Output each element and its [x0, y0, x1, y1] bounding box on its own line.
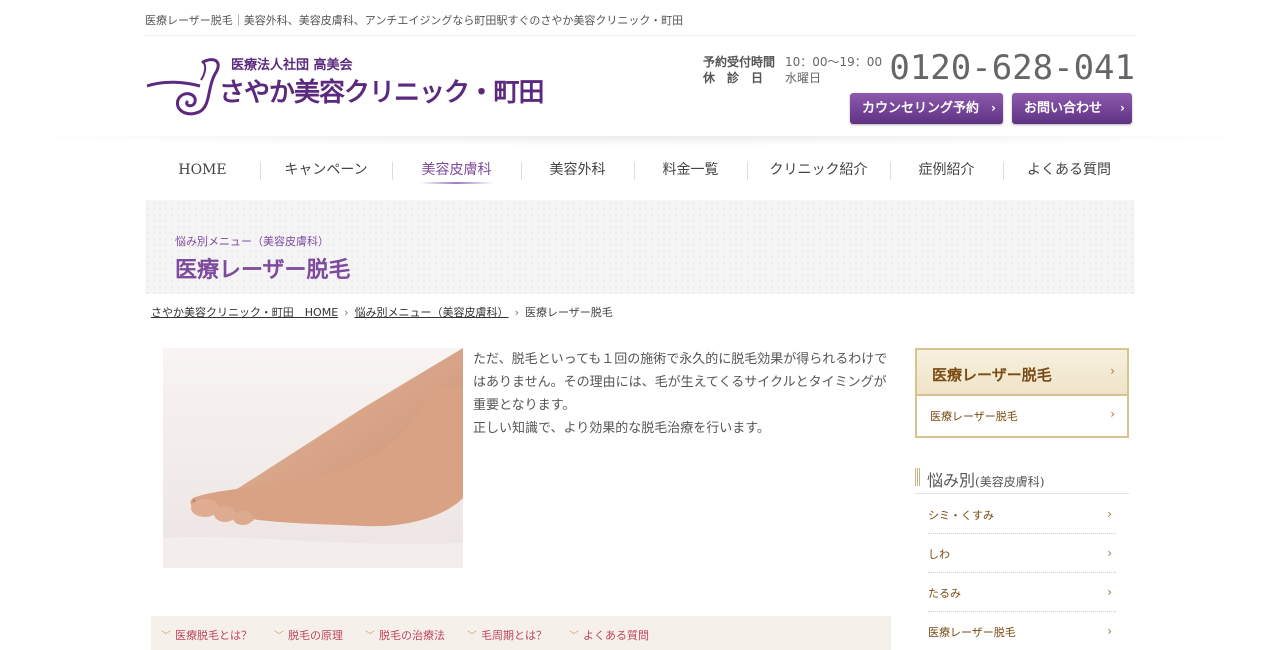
nav-item-label: 症例紹介 [918, 162, 975, 178]
in-page-link-label: よくある質問 [583, 629, 649, 642]
in-page-link-label: 脱毛の治療法 [379, 629, 445, 642]
page-title: 医療レーザー脱毛 [175, 258, 351, 283]
section-marker [915, 468, 921, 486]
sidebar-section-title: 悩み別(美容皮膚科) [915, 466, 1129, 494]
chevron-down-icon: ﹀ [365, 631, 375, 642]
in-page-link[interactable]: ﹀ 医療脱毛とは？ [161, 627, 252, 643]
counseling-reservation-button[interactable]: カウンセリング予約 › [850, 93, 1003, 124]
page-title-band: 悩み別メニュー（美容皮膚科） 医療レーザー脱毛 [145, 200, 1135, 294]
in-page-link[interactable]: ﹀ 脱毛の原理 [274, 627, 343, 643]
site-header: 医療法人社団 高美会 さやか美容クリニック・町田 予約受付時間 10：00〜19：… [145, 36, 1135, 136]
chevron-down-icon: ﹀ [161, 631, 171, 642]
nav-item[interactable]: 美容外科 [521, 152, 634, 188]
swirl-logo-icon [146, 58, 220, 116]
nav-item[interactable]: 料金一覧 [634, 152, 747, 188]
intro-paragraph: 正しい知識で、より効果的な脱毛治療を行います。 [473, 421, 770, 436]
contact-button-label: お問い合わせ [1024, 101, 1103, 116]
global-nav-list: HOME キャンペーン 美容皮膚科 美容外科 料金一覧 クリニック紹介 症例紹介 よくある質問 [145, 152, 1135, 188]
page-category: 悩み別メニュー（美容皮膚科） [175, 235, 329, 248]
sidebar-menu-item-label: シミ・くすみ [928, 509, 994, 522]
in-page-link[interactable]: ﹀ 脱毛の治療法 [365, 627, 445, 643]
chevron-right-icon: › [1107, 585, 1112, 599]
nav-item-label: HOME [178, 162, 227, 178]
clinic-logo[interactable]: 医療法人社団 高美会 さやか美容クリニック・町田 [145, 52, 565, 118]
closed-row: 休 診 日 水曜日 [703, 70, 882, 86]
counseling-button-label: カウンセリング予約 [862, 101, 980, 116]
chevron-right-icon: › [1107, 546, 1112, 560]
section-title-sub: (美容皮膚科) [975, 475, 1045, 489]
feet-photo [163, 348, 463, 568]
nav-item[interactable]: 美容皮膚科 [392, 152, 521, 188]
sidebar-menu-item[interactable]: シミ・くすみ › [928, 495, 1116, 534]
chevron-right-icon: › [1110, 364, 1115, 378]
chevron-right-icon: › [1110, 407, 1115, 421]
intro-text: ただ、脱毛といっても１回の施術で永久的に脱毛効果が得られるわけではありません。そ… [473, 348, 888, 440]
section-title-main: 悩み別 [927, 471, 976, 490]
sidebar-box-title-label: 医療レーザー脱毛 [932, 366, 1052, 384]
nav-item-label: 美容外科 [549, 162, 606, 178]
sidebar-box-item[interactable]: 医療レーザー脱毛 › [917, 396, 1127, 436]
chevron-right-icon: › [514, 306, 519, 319]
chevron-down-icon: ﹀ [274, 631, 284, 642]
hours-value: 10：00〜19：00 [785, 55, 883, 69]
chevron-right-icon: › [344, 306, 349, 319]
breadcrumb-home-link[interactable]: さやか美容クリニック・町田 HOME [151, 304, 338, 320]
in-page-links: ﹀ 医療脱毛とは？ ﹀ 脱毛の原理 ﹀ 脱毛の治療法 ﹀ 毛周期とは？ ﹀ よくある質問 [151, 616, 891, 650]
chevron-right-icon: › [1107, 507, 1112, 521]
closed-value: 水曜日 [785, 71, 822, 85]
nav-item[interactable]: キャンペーン [260, 152, 392, 188]
sidebar-box-item-label: 医療レーザー脱毛 [930, 410, 1018, 423]
intro-paragraph: ただ、脱毛といっても１回の施術で永久的に脱毛効果が得られるわけではありません。そ… [473, 352, 888, 413]
top-strip: 医療レーザー脱毛｜美容外科、美容皮膚科、アンチエイジングなら町田駅すぐのさやか美… [145, 0, 1135, 36]
sidebar-current-box: 医療レーザー脱毛 › 医療レーザー脱毛 › [915, 348, 1129, 438]
global-nav: HOME キャンペーン 美容皮膚科 美容外科 料金一覧 クリニック紹介 症例紹介 よくある質問 [145, 152, 1135, 188]
nav-item[interactable]: HOME [145, 152, 260, 188]
sidebar-menu-item-label: たるみ [928, 587, 961, 600]
hours-label: 予約受付時間 [703, 55, 776, 69]
hours-row: 予約受付時間 10：00〜19：00 [703, 54, 882, 70]
header-shadow [0, 136, 1280, 146]
site-tagline: 医療レーザー脱毛｜美容外科、美容皮膚科、アンチエイジングなら町田駅すぐのさやか美… [145, 14, 684, 27]
in-page-link-label: 毛周期とは？ [481, 629, 547, 642]
contact-button[interactable]: お問い合わせ › [1012, 93, 1132, 124]
feet-illustration [163, 348, 463, 568]
breadcrumb-parent-link[interactable]: 悩み別メニュー（美容皮膚科） [355, 304, 509, 320]
sidebar-menu-item[interactable]: しわ › [928, 534, 1116, 573]
sidebar-section-heading: 悩み別(美容皮膚科) [927, 467, 1044, 491]
chevron-right-icon: › [1120, 101, 1125, 115]
in-page-link[interactable]: ﹀ よくある質問 [569, 627, 649, 643]
sidebar-menu-item[interactable]: たるみ › [928, 573, 1116, 612]
chevron-right-icon: › [1107, 624, 1112, 638]
nav-item-label: クリニック紹介 [769, 162, 868, 178]
sidebar-box-title[interactable]: 医療レーザー脱毛 › [917, 350, 1127, 396]
in-page-link[interactable]: ﹀ 毛周期とは？ [467, 627, 547, 643]
chevron-down-icon: ﹀ [569, 631, 579, 642]
in-page-link-list: ﹀ 医療脱毛とは？ ﹀ 脱毛の原理 ﹀ 脱毛の治療法 ﹀ 毛周期とは？ ﹀ よくある質問 [151, 616, 891, 643]
clinic-name: さやか美容クリニック・町田 [219, 78, 544, 108]
breadcrumb: さやか美容クリニック・町田 HOME › 悩み別メニュー（美容皮膚科） › 医療レーザー… [145, 304, 1135, 322]
phone-number[interactable]: 0120-628-041 [889, 48, 1135, 88]
active-underline [420, 182, 493, 184]
nav-item[interactable]: クリニック紹介 [747, 152, 890, 188]
chevron-down-icon: ﹀ [467, 631, 477, 642]
in-page-link-label: 医療脱毛とは？ [175, 629, 252, 642]
sidebar-menu-item[interactable]: 医療レーザー脱毛 › [928, 612, 1116, 650]
sidebar-menu-item-label: しわ [928, 548, 950, 561]
nav-item-label: 料金一覧 [662, 162, 719, 178]
reservation-hours: 予約受付時間 10：00〜19：00 休 診 日 水曜日 [703, 54, 882, 86]
corporation-name: 医療法人社団 高美会 [231, 58, 353, 73]
sidebar-menu-item-label: 医療レーザー脱毛 [928, 626, 1016, 639]
nav-item-label: よくある質問 [1027, 162, 1111, 178]
nav-item[interactable]: よくある質問 [1003, 152, 1135, 188]
nav-item-label: 美容皮膚科 [421, 162, 492, 178]
nav-item[interactable]: 症例紹介 [890, 152, 1003, 188]
chevron-right-icon: › [991, 101, 996, 115]
sidebar-menu: シミ・くすみ › しわ › たるみ › 医療レーザー脱毛 › [928, 495, 1116, 650]
nav-item-label: キャンペーン [284, 162, 368, 178]
breadcrumb-current: 医療レーザー脱毛 [524, 306, 613, 319]
closed-label: 休 診 日 [703, 71, 764, 85]
in-page-link-label: 脱毛の原理 [288, 629, 343, 642]
